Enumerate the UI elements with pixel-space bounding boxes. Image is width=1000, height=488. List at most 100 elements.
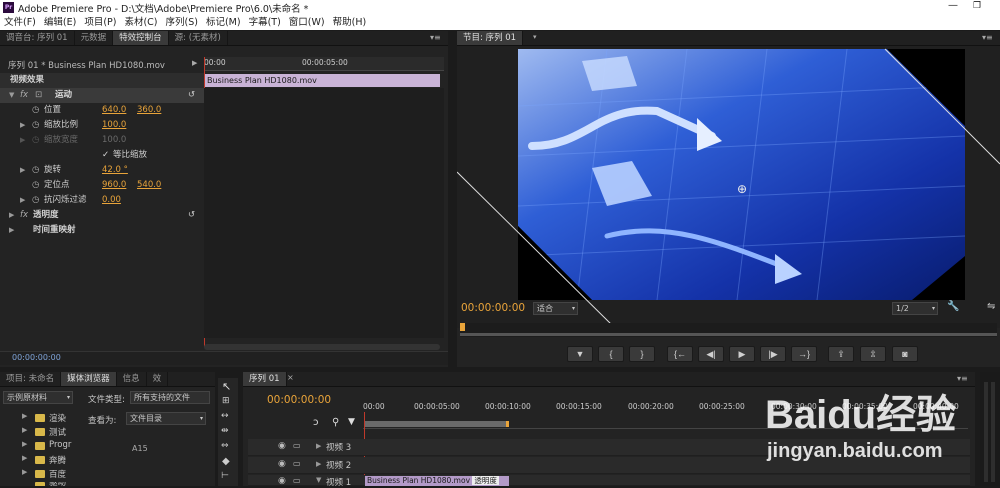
- lock-icon[interactable]: ▭: [293, 441, 301, 450]
- fx-icon[interactable]: fx: [20, 88, 28, 103]
- menu-title[interactable]: 字幕(T): [245, 15, 285, 30]
- eye-icon[interactable]: ◉: [278, 459, 286, 469]
- marker-button[interactable]: ▼: [567, 346, 593, 362]
- tab-effects[interactable]: 效: [147, 372, 169, 386]
- dropdown-icon[interactable]: ▾: [533, 33, 537, 41]
- stopwatch-icon[interactable]: ◷: [32, 178, 39, 193]
- rotation-value[interactable]: 42.0 °: [102, 163, 128, 178]
- expand-arrow-icon[interactable]: ▶: [22, 426, 27, 434]
- tab-media-browser[interactable]: 媒体浏览器: [61, 372, 117, 386]
- add-marker-icon[interactable]: ▼: [348, 417, 355, 427]
- extract-button[interactable]: ⇫: [860, 346, 886, 362]
- expand-arrow-icon[interactable]: ▶: [22, 468, 27, 476]
- tab-project[interactable]: 项目: 未命名: [0, 372, 62, 386]
- tab-info[interactable]: 信息: [117, 372, 147, 386]
- panel-menu-icon[interactable]: ▾≡: [982, 33, 993, 42]
- expand-arrow-icon[interactable]: ▶: [192, 59, 197, 67]
- fit-select[interactable]: 适合 ▾: [533, 302, 578, 315]
- out-point-button[interactable]: }: [629, 346, 655, 362]
- play-button[interactable]: ▶: [729, 346, 755, 362]
- expand-arrow-icon[interactable]: ▶: [9, 223, 14, 238]
- anchor-y-value[interactable]: 540.0: [137, 178, 161, 193]
- menu-window[interactable]: 窗口(W): [285, 15, 329, 30]
- menu-file[interactable]: 文件(F): [0, 15, 40, 30]
- lock-icon[interactable]: ▭: [293, 459, 301, 468]
- folder-item[interactable]: ▶ 渲染: [22, 412, 74, 424]
- step-forward-button[interactable]: |▶: [760, 346, 786, 362]
- step-back-button[interactable]: ◀|: [698, 346, 724, 362]
- panel-options-icon[interactable]: ⇋: [987, 301, 995, 312]
- go-to-out-button[interactable]: →}: [791, 346, 817, 362]
- folder-item[interactable]: ▶ Progr: [22, 440, 74, 452]
- ec-horizontal-scrollbar[interactable]: [204, 344, 440, 350]
- expand-arrow-icon[interactable]: ▶: [20, 118, 25, 133]
- view-as-select[interactable]: 文件目录 ▾: [126, 412, 206, 425]
- stopwatch-icon[interactable]: ◷: [32, 163, 39, 178]
- reset-icon[interactable]: ↺: [188, 88, 195, 103]
- lift-button[interactable]: ⇪: [828, 346, 854, 362]
- work-area-bar[interactable]: [365, 421, 509, 427]
- video-frame[interactable]: ⊕: [457, 46, 1000, 328]
- location-select[interactable]: 示例原材料 ▾: [3, 391, 73, 404]
- menu-clip[interactable]: 素材(C): [120, 15, 161, 30]
- tab-effect-controls[interactable]: 特效控制台: [113, 31, 169, 45]
- ripple-edit-tool-icon[interactable]: ↔: [221, 411, 229, 421]
- expand-arrow-icon[interactable]: ▶: [22, 440, 27, 448]
- anchor-x-value[interactable]: 960.0: [102, 178, 126, 193]
- time-remap-row[interactable]: ▶ 时间重映射: [0, 223, 204, 238]
- linked-selection-icon[interactable]: ⚲: [332, 417, 339, 428]
- expand-arrow-icon[interactable]: ▶: [316, 442, 321, 450]
- program-scrubber[interactable]: [460, 323, 997, 337]
- menu-marker[interactable]: 标记(M): [202, 15, 245, 30]
- ec-clip-bar[interactable]: Business Plan HD1080.mov: [204, 74, 440, 87]
- expand-arrow-icon[interactable]: ▶: [20, 133, 25, 148]
- lock-icon[interactable]: ▭: [293, 476, 301, 485]
- anchor-crosshair-icon[interactable]: ⊕: [737, 182, 747, 196]
- scale-value[interactable]: 100.0: [102, 118, 126, 133]
- stopwatch-icon[interactable]: ◷: [32, 193, 39, 208]
- expand-arrow-icon[interactable]: ▶: [20, 163, 25, 178]
- folder-item[interactable]: ▶ 百度: [22, 468, 74, 480]
- opacity-row[interactable]: ▶ fx 透明度 ↺: [0, 208, 204, 223]
- snap-icon[interactable]: ↄ: [313, 417, 319, 428]
- go-to-in-button[interactable]: {←: [667, 346, 693, 362]
- position-x-value[interactable]: 640.0: [102, 103, 126, 118]
- expand-arrow-icon[interactable]: ▶: [9, 208, 14, 223]
- eye-icon[interactable]: ◉: [278, 441, 286, 451]
- expand-arrow-icon[interactable]: ▶: [22, 454, 27, 462]
- tab-program[interactable]: 节目: 序列 01: [457, 31, 524, 45]
- menu-sequence[interactable]: 序列(S): [162, 15, 202, 30]
- scrubber-playhead[interactable]: [460, 323, 465, 331]
- expand-arrow-icon[interactable]: ▶: [316, 460, 321, 468]
- tab-audio-mixer[interactable]: 调音台: 序列 01: [0, 31, 75, 45]
- panel-menu-icon[interactable]: ▾≡: [430, 33, 441, 42]
- folder-item[interactable]: ▶ 奔腾: [22, 454, 74, 466]
- folder-item[interactable]: ▶ 测试: [22, 426, 74, 438]
- razor-tool-icon[interactable]: ◆: [222, 456, 230, 467]
- track-select-tool-icon[interactable]: ⊞: [222, 396, 230, 406]
- folder-item[interactable]: 驱动: [22, 482, 74, 486]
- timeline-clip[interactable]: Business Plan HD1080.mov 透明度: [365, 476, 509, 486]
- expand-arrow-icon[interactable]: ▼: [316, 476, 321, 484]
- tab-sequence[interactable]: 序列 01: [243, 372, 287, 386]
- position-y-value[interactable]: 360.0: [137, 103, 161, 118]
- close-icon[interactable]: ×: [287, 373, 294, 382]
- collapse-arrow-icon[interactable]: ▼: [9, 88, 14, 103]
- checkbox-checked-icon[interactable]: ✓: [102, 148, 109, 163]
- tab-metadata[interactable]: 元数据: [75, 31, 114, 45]
- timeline-timecode[interactable]: 00:00:00:00: [267, 394, 331, 406]
- expand-arrow-icon[interactable]: ▶: [22, 412, 27, 420]
- rate-stretch-tool-icon[interactable]: ⇔: [221, 441, 229, 451]
- selection-tool-icon[interactable]: ↖: [222, 380, 231, 393]
- restore-icon[interactable]: ❐: [973, 1, 981, 11]
- export-frame-button[interactable]: ◙: [892, 346, 918, 362]
- antiflicker-value[interactable]: 0.00: [102, 193, 121, 208]
- menu-project[interactable]: 项目(P): [80, 15, 120, 30]
- expand-arrow-icon[interactable]: ▶: [20, 193, 25, 208]
- tab-source[interactable]: 源: (无素材): [169, 31, 228, 45]
- stopwatch-icon[interactable]: ◷: [32, 118, 39, 133]
- eye-icon[interactable]: ◉: [278, 476, 286, 486]
- menu-help[interactable]: 帮助(H): [329, 15, 371, 30]
- rolling-edit-tool-icon[interactable]: ⇹: [221, 426, 229, 436]
- fx-icon[interactable]: fx: [20, 208, 28, 223]
